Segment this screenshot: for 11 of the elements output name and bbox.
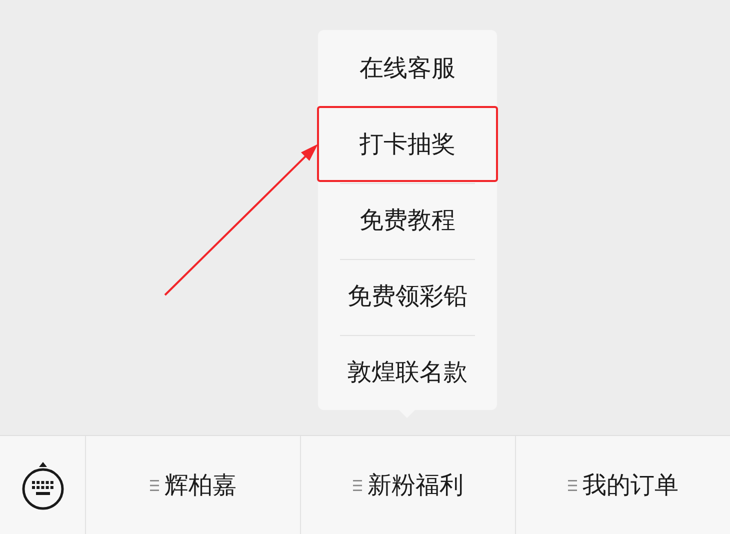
- menu-item[interactable]: 免费教程: [318, 182, 497, 258]
- menu-item[interactable]: 敦煌联名款: [318, 334, 497, 410]
- menu-tab-label: 辉柏嘉: [164, 470, 236, 501]
- menu-item[interactable]: 在线客服: [318, 30, 497, 106]
- menu-tab-label: 我的订单: [582, 470, 678, 501]
- menu-icon: [352, 480, 362, 490]
- menu-item[interactable]: 打卡抽奖: [317, 106, 498, 182]
- menu-tab-label: 新粉福利: [368, 470, 464, 501]
- menu-icon: [150, 480, 158, 490]
- menu-item[interactable]: 免费领彩铅: [318, 258, 497, 334]
- menu-icon: [568, 480, 576, 490]
